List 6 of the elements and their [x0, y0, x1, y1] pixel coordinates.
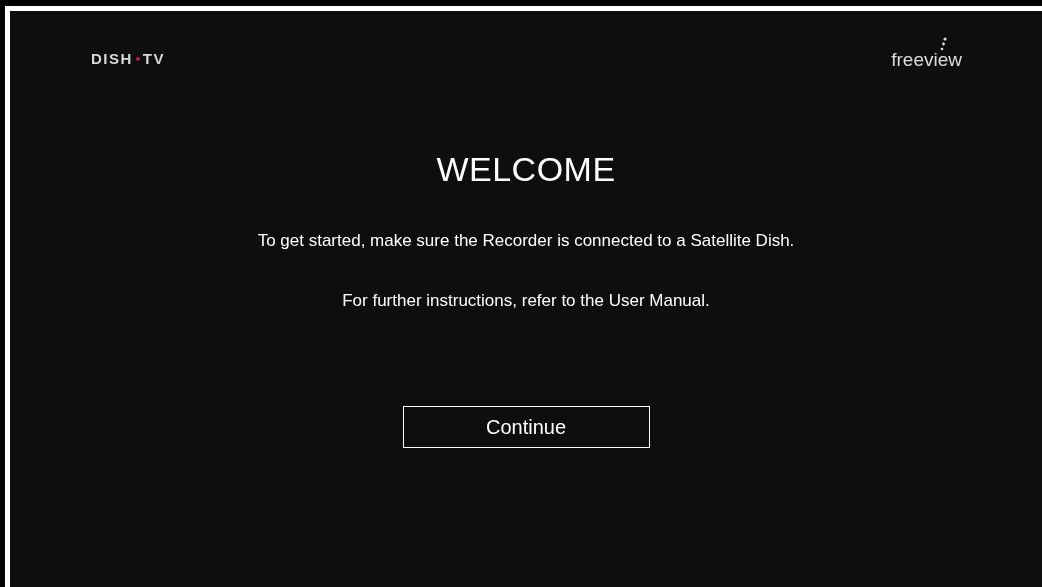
dish-tv-logo: DISH TV [91, 50, 165, 67]
instruction-text: To get started, make sure the Recorder is connected to a Satellite Dish. [257, 231, 795, 251]
continue-button[interactable]: Continue [402, 406, 650, 448]
freeview-logo: freeview [891, 37, 964, 71]
instruction-text: For further instructions, refer to the User Manual. [342, 291, 710, 311]
welcome-title: WELCOME [436, 150, 616, 189]
